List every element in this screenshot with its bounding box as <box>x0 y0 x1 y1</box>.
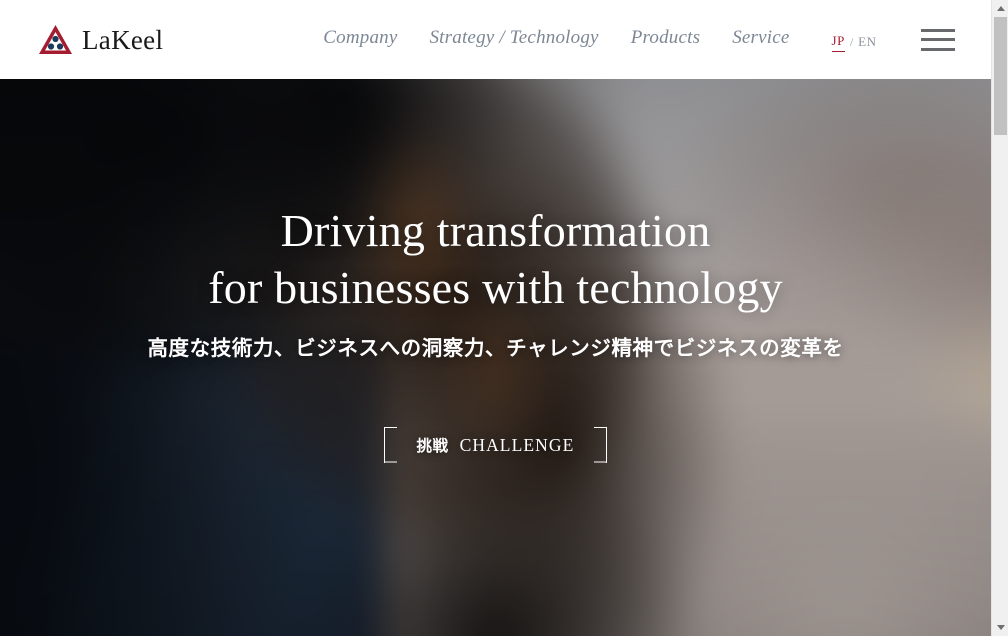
nav-item-company[interactable]: Company <box>323 27 397 49</box>
scroll-up-arrow-icon <box>996 6 1005 11</box>
menu-icon-bar-1 <box>920 28 955 32</box>
bracket-right-icon <box>594 426 608 463</box>
challenge-cta-label: 挑戦 CHALLENGE <box>417 434 575 456</box>
page-content: LaKeel Company Strategy / Technology Pro… <box>0 0 991 636</box>
challenge-cta-button[interactable]: 挑戦 CHALLENGE <box>383 426 608 463</box>
language-option-jp[interactable]: JP <box>831 33 845 52</box>
scroll-up-button[interactable] <box>992 0 1008 17</box>
lakeel-triangle-icon <box>39 24 72 54</box>
menu-icon-bar-2 <box>920 38 955 41</box>
main-navigation: Company Strategy / Technology Products S… <box>323 27 789 49</box>
hero-title: Driving transformation for businesses wi… <box>208 203 783 316</box>
hero-content: Driving transformation for businesses wi… <box>0 79 991 636</box>
scrollbar-thumb[interactable] <box>994 17 1007 135</box>
challenge-cta-label-jp: 挑戦 <box>416 437 449 455</box>
scroll-down-button[interactable] <box>992 619 1008 636</box>
bracket-left-icon <box>383 426 397 463</box>
nav-item-products[interactable]: Products <box>631 27 701 49</box>
challenge-cta-label-en: CHALLENGE <box>459 434 575 455</box>
vertical-scrollbar[interactable] <box>991 0 1008 636</box>
language-separator: / <box>849 35 854 49</box>
menu-icon-bar-3 <box>920 47 955 51</box>
hero-section: Driving transformation for businesses wi… <box>0 79 991 636</box>
hero-title-line-1: Driving transformation <box>280 205 711 256</box>
menu-icon[interactable] <box>920 28 955 51</box>
hero-subtitle: 高度な技術力、ビジネスへの洞察力、チャレンジ精神でビジネスの変革を <box>147 337 844 361</box>
site-logo[interactable]: LaKeel <box>38 24 163 56</box>
nav-item-strategy-technology[interactable]: Strategy / Technology <box>429 27 598 49</box>
logo-wordmark: LaKeel <box>82 25 164 55</box>
language-option-en[interactable]: EN <box>858 34 876 52</box>
nav-item-service[interactable]: Service <box>732 27 789 49</box>
browser-viewport: LaKeel Company Strategy / Technology Pro… <box>0 0 1008 636</box>
hero-title-line-2: for businesses with technology <box>208 261 783 313</box>
scroll-down-arrow-icon <box>996 625 1005 630</box>
site-header: LaKeel Company Strategy / Technology Pro… <box>0 0 991 79</box>
language-switcher: JP / EN <box>831 33 877 52</box>
